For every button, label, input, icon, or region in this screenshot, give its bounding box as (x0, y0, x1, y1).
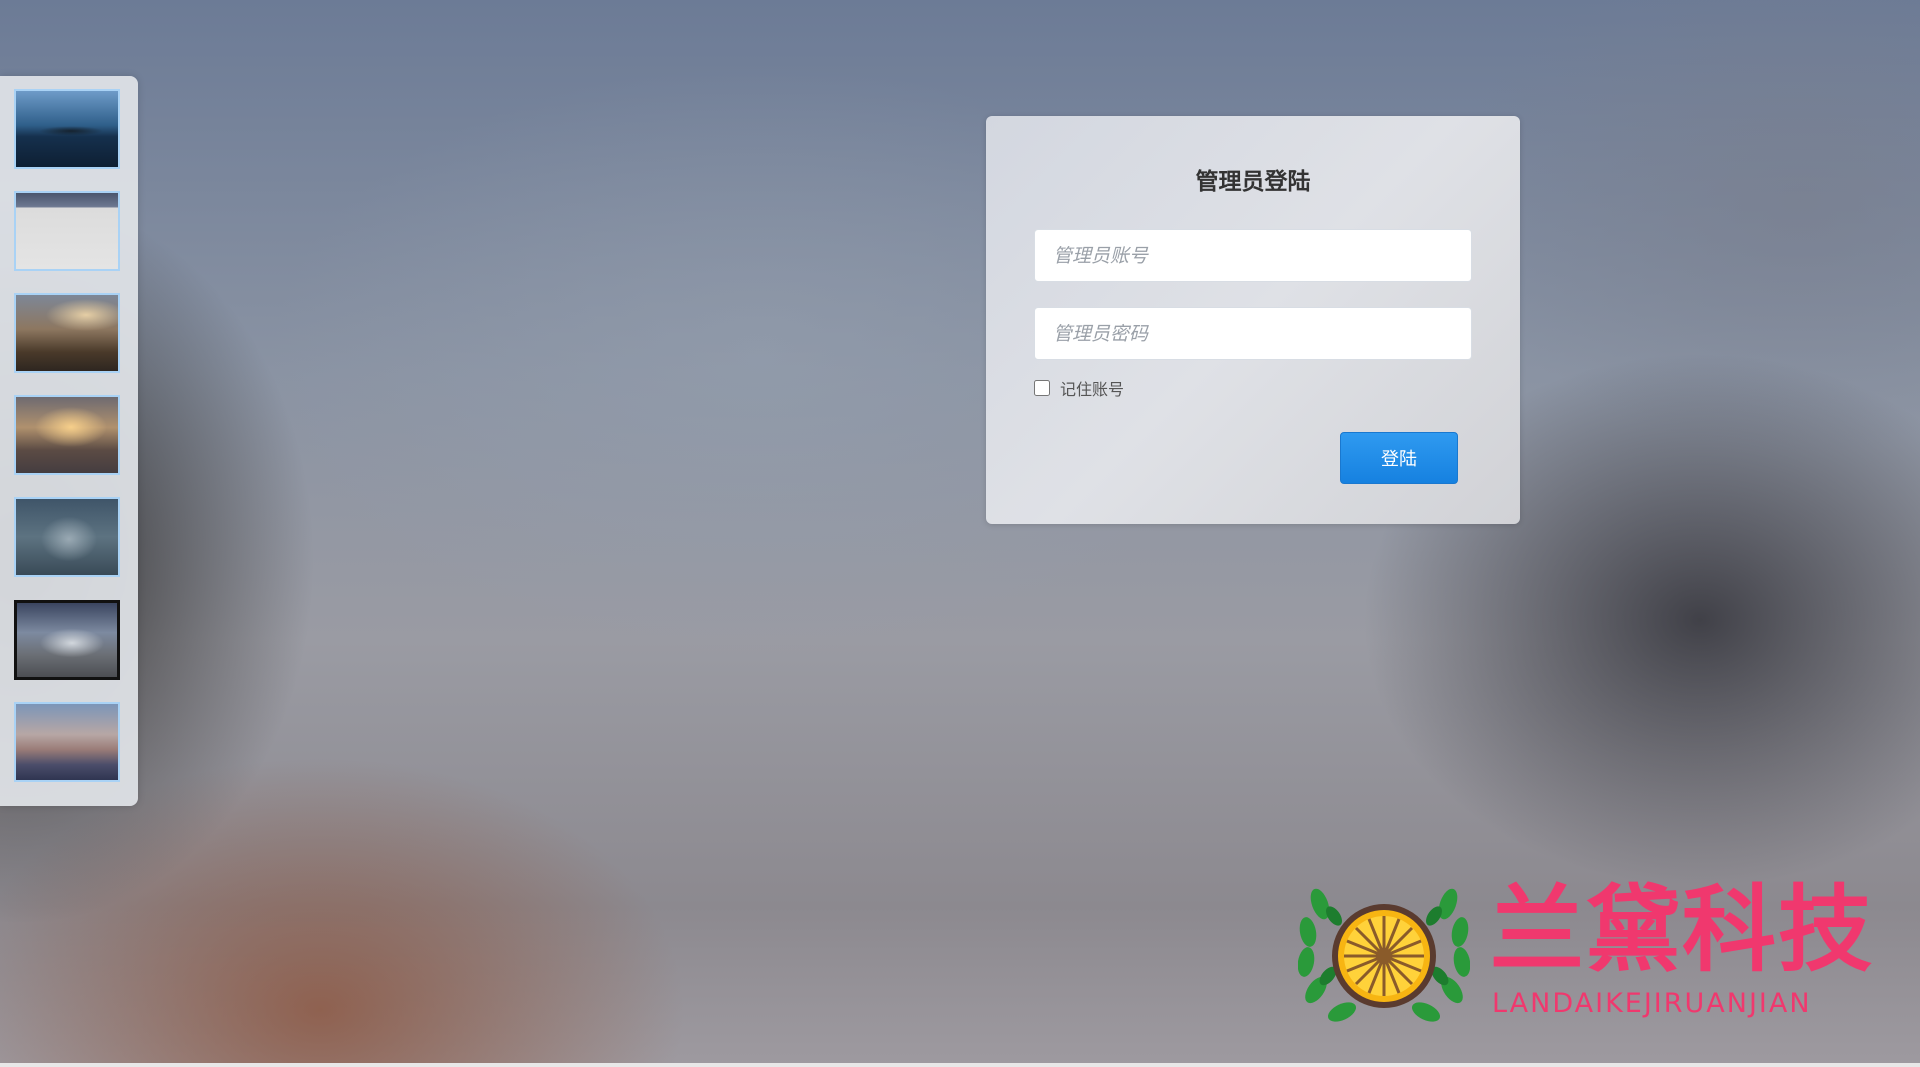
background-thumbnail-2[interactable] (14, 191, 120, 271)
brand-watermark: 兰黛科技 LANDAIKEJIRUANJIAN (1298, 876, 1898, 1026)
password-input[interactable] (1034, 307, 1472, 360)
background-thumbnail-6-selected[interactable] (14, 600, 120, 680)
background-thumbnail-3[interactable] (14, 293, 120, 373)
background-thumbnail-7[interactable] (14, 702, 120, 782)
remember-account-checkbox[interactable] (1034, 380, 1050, 396)
wreath-citrus-logo-icon (1298, 888, 1470, 1022)
login-card: 管理员登陆 记住账号 登陆 (986, 116, 1520, 524)
background-thumbnail-4[interactable] (14, 395, 120, 475)
background-thumbnail-panel (0, 76, 138, 806)
login-title: 管理员登陆 (1195, 169, 1311, 195)
login-button[interactable]: 登陆 (1340, 432, 1458, 484)
background-thumbnail-1[interactable] (14, 89, 120, 169)
remember-account-label[interactable]: 记住账号 (1060, 376, 1124, 400)
background-thumbnail-5[interactable] (14, 497, 120, 577)
bottom-edge-bar (0, 1063, 1920, 1067)
remember-account-row: 记住账号 (1034, 376, 1124, 400)
account-input[interactable] (1034, 229, 1472, 282)
brand-name-cn: 兰黛科技 (1490, 875, 1875, 985)
brand-name-en: LANDAIKEJIRUANJIAN (1492, 988, 1812, 1019)
